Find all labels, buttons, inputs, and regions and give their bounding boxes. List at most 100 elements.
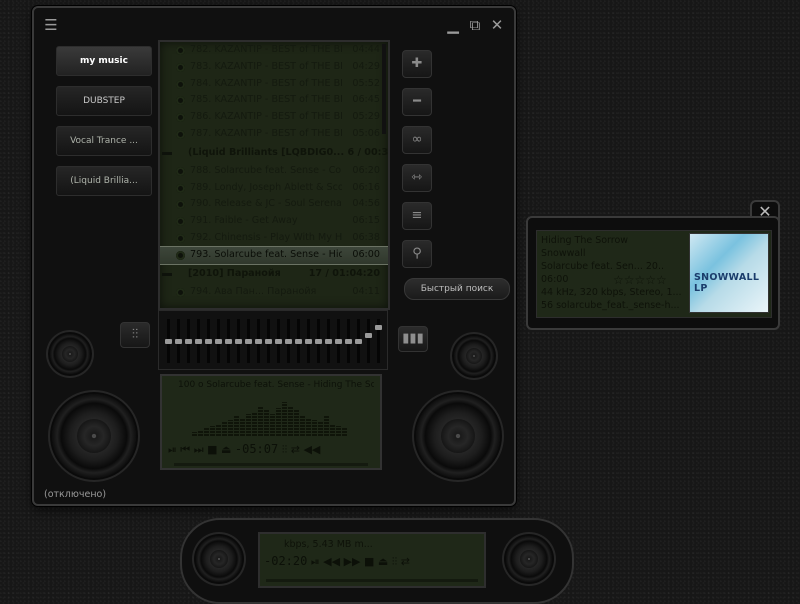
menu-icon[interactable]: ☰ (42, 16, 60, 34)
playlist-row[interactable]: 782. KAZANTIP - BEST of THE BEST 04:44 (160, 42, 388, 59)
track-title: 794. Ава Пан... Паранойя (190, 285, 317, 297)
playlist-tabs: my music DUBSTEP Vocal Trance ... (Liqui… (56, 46, 152, 206)
transport-buttons[interactable]: ⏯ ⏮ ⏭ ■ ⏏ (168, 443, 231, 456)
playlist-group-header[interactable]: [2010] Паранойя 17 / 01:04:20 (160, 264, 388, 284)
split-icon[interactable]: ⇿ (402, 164, 432, 192)
playlist-row[interactable]: 788. Solarcube feat. Sense - Com 06:20 (160, 163, 388, 180)
speaker-large-left-icon (52, 394, 136, 478)
track-title: (Liquid Brilliants [LQBDIG0... 6 / 00:35… (188, 146, 388, 158)
transport-controls[interactable]: ⏯ ⏮ ⏭ ■ ⏏ -05:07 ⫶⫶ ⇄ ◀◀ (168, 442, 378, 456)
add-icon[interactable]: ✚ (402, 50, 432, 78)
mini-info: kbps, 5.43 MB m... (284, 539, 373, 550)
eq-slider-knob[interactable] (305, 339, 312, 344)
tab-vocal-trance[interactable]: Vocal Trance ... (56, 126, 152, 156)
track-duration: 04:11 (352, 285, 380, 297)
remove-icon[interactable]: ━ (402, 88, 432, 116)
transport-extra[interactable]: ⫶⫶ ⇄ ◀◀ (282, 443, 321, 456)
close-icon[interactable]: ✕ (488, 16, 506, 34)
track-bullet-icon (176, 233, 185, 243)
track-format: 44 kHz, 320 kbps, Stereo, 1... (541, 287, 682, 298)
shuffle-icon[interactable]: ∞ (402, 126, 432, 154)
restore-icon[interactable]: ⧉ (466, 16, 484, 34)
spectrum-bar (270, 414, 275, 436)
eq-slider-knob[interactable] (275, 339, 282, 344)
track-bullet-icon (176, 113, 185, 123)
spectrum-bar (198, 430, 203, 436)
rating-stars[interactable]: ☆☆☆☆☆ (613, 273, 667, 287)
eq-slider-knob[interactable] (185, 339, 192, 344)
playlist-row[interactable]: 791. Faible - Get Away 06:15 (160, 213, 388, 230)
eq-slider-knob[interactable] (235, 339, 242, 344)
speaker-large-right-icon (416, 394, 500, 478)
track-bullet-icon (176, 79, 185, 89)
eq-slider-knob[interactable] (325, 339, 332, 344)
main-window: ☰ ▁ ⧉ ✕ my music DUBSTEP Vocal Trance ..… (32, 6, 516, 506)
track-artist: Solarcube feat. Sen... 20.. (541, 261, 665, 272)
spectrum-bar (264, 410, 269, 436)
playlist-row[interactable]: 793. Solarcube feat. Sense - Hidi 06:00 (160, 245, 388, 265)
quick-search-button[interactable]: Быстрый поиск (404, 278, 510, 300)
eq-right-button[interactable]: ▮▮▮ (398, 326, 428, 352)
spectrum-bar (318, 422, 323, 436)
tab-my-music[interactable]: my music (56, 46, 152, 76)
eq-slider-knob[interactable] (165, 339, 172, 344)
spectrum-bar (228, 420, 233, 436)
eq-left-button[interactable]: ⫶⫶ (120, 322, 150, 348)
eq-slider-knob[interactable] (255, 339, 262, 344)
playlist-row[interactable]: 787. KAZANTIP - BEST of THE BEST 05:06 (160, 126, 388, 143)
track-duration: 04:56 (352, 198, 380, 210)
tab-liquid-brilliants[interactable]: (Liquid Brillia... (56, 166, 152, 196)
mini-display: kbps, 5.43 MB m... -02:20 ⏯ ◀◀ ▶▶ ■ ⏏ ⫶⫶… (258, 532, 486, 588)
eq-slider-knob[interactable] (295, 339, 302, 344)
eq-slider-knob[interactable] (315, 339, 322, 344)
zoom-icon[interactable]: ⚲ (402, 240, 432, 268)
track-title: 787. KAZANTIP - BEST of THE BEST (190, 127, 342, 139)
eq-slider-knob[interactable] (245, 339, 252, 344)
collapse-icon[interactable] (162, 151, 172, 155)
track-title: 784. KAZANTIP - BEST of THE BEST (190, 77, 342, 89)
track-bullet-icon (176, 46, 185, 55)
eq-slider-knob[interactable] (215, 339, 222, 344)
mini-controls[interactable]: -02:20 ⏯ ◀◀ ▶▶ ■ ⏏ ⫶⫶ ⇄ (264, 554, 410, 569)
speaker-mini-right-icon (506, 536, 552, 582)
track-bullet-icon (176, 166, 185, 176)
spectrum-bar (306, 418, 311, 436)
eq-slider-knob[interactable] (265, 339, 272, 344)
playlist-row[interactable]: 789. Londy, Joseph Ablett & Scot 06:16 (160, 180, 388, 197)
eq-slider-knob[interactable] (225, 339, 232, 344)
track-title: 791. Faible - Get Away (190, 215, 298, 227)
eq-slider-knob[interactable] (195, 339, 202, 344)
spectrum-bar (222, 422, 227, 436)
collapse-icon[interactable] (162, 272, 172, 276)
eq-slider-knob[interactable] (285, 339, 292, 344)
playlist-row[interactable]: 783. KAZANTIP - BEST of THE BEST 04:29 (160, 59, 388, 76)
mini-seek-bar[interactable] (266, 579, 478, 582)
eq-slider-knob[interactable] (355, 339, 362, 344)
eq-slider-knob[interactable] (335, 339, 342, 344)
equalizer[interactable] (158, 310, 388, 370)
list-icon[interactable]: ≡ (402, 202, 432, 230)
seek-bar[interactable] (174, 463, 368, 466)
track-album: Snowwall (541, 248, 586, 259)
playlist-row[interactable]: 790. Release & JC - Soul Serenade 04:56 (160, 196, 388, 213)
eq-slider-track[interactable] (367, 319, 370, 363)
eq-slider-knob[interactable] (365, 333, 372, 338)
track-bullet-icon (176, 96, 185, 106)
eq-slider-knob[interactable] (375, 325, 382, 330)
playlist-row[interactable]: 786. KAZANTIP - BEST of THE BEST 05:29 (160, 109, 388, 126)
track-bullet-icon (176, 200, 185, 210)
eq-slider-knob[interactable] (205, 339, 212, 344)
playlist-row[interactable]: 792. Chinensis - Play With My He 06:38 (160, 230, 388, 247)
playlist[interactable]: 782. KAZANTIP - BEST of THE BEST 04:44 783… (158, 40, 390, 310)
track-file: 56 solarcube_feat._sense-h... (541, 300, 680, 311)
eq-slider-knob[interactable] (345, 339, 352, 344)
playlist-row[interactable]: 784. KAZANTIP - BEST of THE BEST 05:52 (160, 76, 388, 93)
playlist-row[interactable]: 785. KAZANTIP - BEST of THE BEST 06:45 (160, 92, 388, 109)
mini-transport[interactable]: ⏯ ◀◀ ▶▶ ■ ⏏ ⫶⫶ ⇄ (311, 555, 410, 568)
track-title: 790. Release & JC - Soul Serenade (190, 198, 342, 210)
playlist-row[interactable]: 794. Ава Пан... Паранойя 04:11 (160, 284, 388, 301)
minimize-icon[interactable]: ▁ (444, 16, 462, 34)
playlist-group-header[interactable]: (Liquid Brilliants [LQBDIG0... 6 / 00:35… (160, 143, 388, 163)
eq-slider-knob[interactable] (175, 339, 182, 344)
tab-dubstep[interactable]: DUBSTEP (56, 86, 152, 116)
